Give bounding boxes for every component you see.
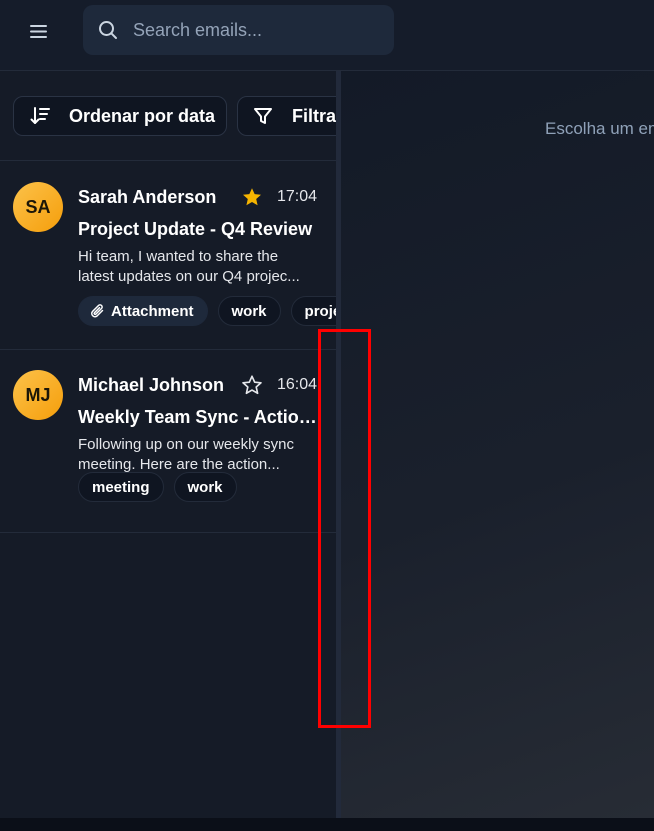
email-time: 16:04 xyxy=(277,376,318,393)
search-bar[interactable] xyxy=(83,5,394,55)
tag-meeting[interactable]: meeting xyxy=(78,472,164,502)
email-preview-line: latest updates on our Q4 projec... xyxy=(78,268,300,285)
filter-funnel-icon xyxy=(252,105,274,127)
list-toolbar: Ordenar por data Filtrar xyxy=(0,71,336,161)
star-outline-icon[interactable] xyxy=(241,374,263,396)
email-detail-pane: Escolha um email xyxy=(341,71,654,818)
tag-project[interactable]: project xyxy=(290,296,336,326)
email-preview: Following up on our weekly sync meeting.… xyxy=(78,435,318,475)
top-header xyxy=(0,0,654,71)
avatar: SA xyxy=(13,182,63,232)
sender-name: Michael Johnson xyxy=(78,375,225,395)
filter-button-label: Filtrar xyxy=(292,105,336,126)
tag-list: Attachment work project xyxy=(78,296,336,326)
search-icon xyxy=(97,19,119,41)
email-preview-line: Hi team, I wanted to share the xyxy=(78,248,279,265)
filter-button[interactable]: Filtrar xyxy=(237,96,336,136)
tag-list: meeting work xyxy=(78,472,237,502)
email-subject: Weekly Team Sync - Action Items xyxy=(78,407,318,427)
empty-state-message: Escolha um email xyxy=(545,119,654,138)
bottom-edge-bar xyxy=(0,818,654,831)
sender-name: Sarah Anderson xyxy=(78,187,217,207)
sort-by-date-button[interactable]: Ordenar por data xyxy=(13,96,227,136)
tag-work[interactable]: work xyxy=(173,472,237,502)
email-list-pane: Ordenar por data Filtrar SA Sarah Anders… xyxy=(0,71,336,818)
search-input[interactable] xyxy=(133,19,373,41)
paperclip-icon xyxy=(89,303,105,319)
hamburger-menu-button[interactable] xyxy=(22,20,54,42)
email-time: 17:04 xyxy=(277,188,318,205)
avatar: MJ xyxy=(13,370,63,420)
attachment-tag[interactable]: Attachment xyxy=(78,296,208,326)
tag-work[interactable]: work xyxy=(217,296,281,326)
email-preview: Hi team, I wanted to share the latest up… xyxy=(78,247,318,287)
sort-button-label: Ordenar por data xyxy=(69,105,216,126)
sort-descending-icon xyxy=(29,105,51,127)
star-filled-icon[interactable] xyxy=(241,186,263,208)
email-list-item[interactable]: MJ Michael Johnson 16:04 Weekly Team Syn… xyxy=(0,350,336,533)
tag-label: Attachment xyxy=(111,302,194,320)
hamburger-menu-icon xyxy=(29,24,47,38)
email-subject: Project Update - Q4 Review xyxy=(78,219,313,239)
email-preview-line: Following up on our weekly sync xyxy=(78,436,294,453)
email-list-item[interactable]: SA Sarah Anderson 17:04 Project Update -… xyxy=(0,162,336,350)
email-app: Ordenar por data Filtrar SA Sarah Anders… xyxy=(0,0,654,831)
